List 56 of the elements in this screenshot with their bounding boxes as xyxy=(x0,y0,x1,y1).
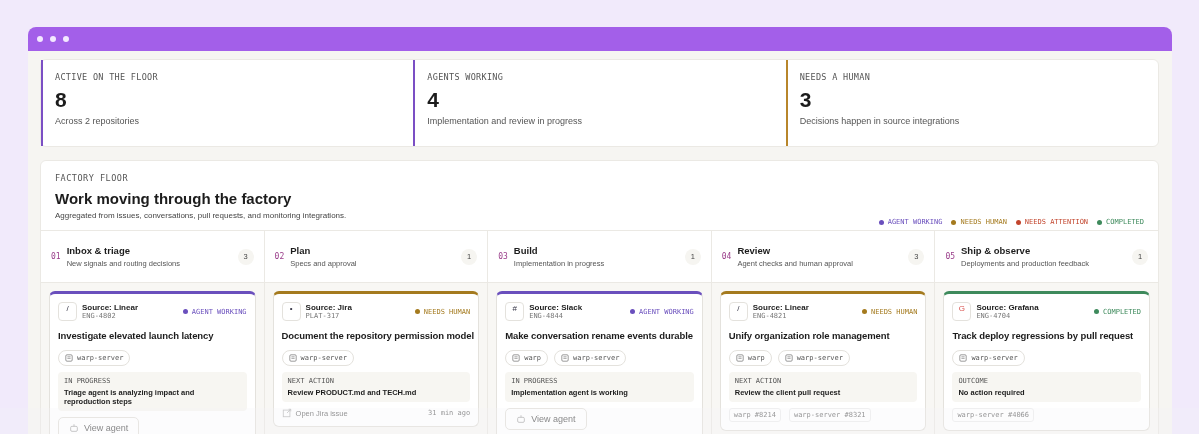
source-logo: • xyxy=(281,302,301,321)
column-title: Inbox & triage xyxy=(66,245,131,256)
status-dot xyxy=(862,309,867,314)
repo-icon xyxy=(512,354,521,362)
repo-icon xyxy=(735,354,744,362)
card-title: Track deploy regressions by pull request xyxy=(952,329,1135,342)
card-title: Unify organization role management xyxy=(728,329,891,342)
repo-icon xyxy=(784,354,793,362)
status-dot xyxy=(630,309,635,314)
stat-note: Across 2 repositories xyxy=(55,116,141,126)
section-title: Work moving through the factory xyxy=(55,190,293,207)
source-logo: G xyxy=(952,302,972,321)
repo-icon xyxy=(65,354,73,362)
repo-icon xyxy=(288,354,297,362)
card-title: Make conversation rename events durable xyxy=(505,329,694,342)
column-title: Ship & observe xyxy=(961,245,1032,256)
section-subtitle: Aggregated from issues, conversations, pull requests, and monitoring integrations. xyxy=(55,211,347,220)
window-dot-icon[interactable] xyxy=(63,36,69,42)
source-logo: / xyxy=(58,302,77,321)
column-title: Build xyxy=(513,245,539,256)
stat-value: 4 xyxy=(427,88,440,112)
stat-value: 8 xyxy=(55,88,68,112)
source-logo: / xyxy=(728,302,748,321)
window-dot-icon[interactable] xyxy=(37,36,43,42)
source-name: Source: Grafana xyxy=(976,303,1040,312)
source-name: Source: Linear xyxy=(752,303,810,312)
stat-label: AGENTS WORKING xyxy=(427,72,505,82)
status-dot xyxy=(1094,309,1100,314)
column-number: 04 xyxy=(721,252,732,261)
robot-icon xyxy=(69,423,79,433)
view-agent-button[interactable]: View agent xyxy=(58,417,140,434)
card-title: Investigate elevated launch latency xyxy=(58,329,215,342)
source-logo: # xyxy=(505,302,525,321)
column-number: 02 xyxy=(274,252,285,261)
stat-label: NEEDS A HUMAN xyxy=(799,72,872,82)
source-name: Source: Jira xyxy=(305,303,353,312)
column-title: Review xyxy=(737,245,772,256)
view-agent-button[interactable]: View agent xyxy=(505,408,587,430)
window-dot-icon[interactable] xyxy=(50,36,56,42)
source-name: Source: Linear xyxy=(82,303,139,312)
stat-note: Decisions happen in source integrations xyxy=(799,116,961,126)
column-number: 01 xyxy=(51,252,61,261)
repo-icon xyxy=(959,354,968,362)
external-link-icon xyxy=(281,408,292,418)
column-number: 03 xyxy=(498,252,508,261)
status-dot xyxy=(414,309,420,314)
section-eyebrow: FACTORY FLOOR xyxy=(55,173,130,183)
repo-icon xyxy=(561,354,570,362)
source-name: Source: Slack xyxy=(529,303,584,312)
robot-icon xyxy=(516,414,527,424)
stat-value: 3 xyxy=(799,88,813,112)
column-number: 05 xyxy=(945,252,955,261)
stat-note: Implementation and review in progress xyxy=(427,116,583,126)
column-title: Plan xyxy=(290,245,312,256)
status-dot xyxy=(182,309,188,314)
stat-label: ACTIVE ON THE FLOOR xyxy=(55,72,159,82)
